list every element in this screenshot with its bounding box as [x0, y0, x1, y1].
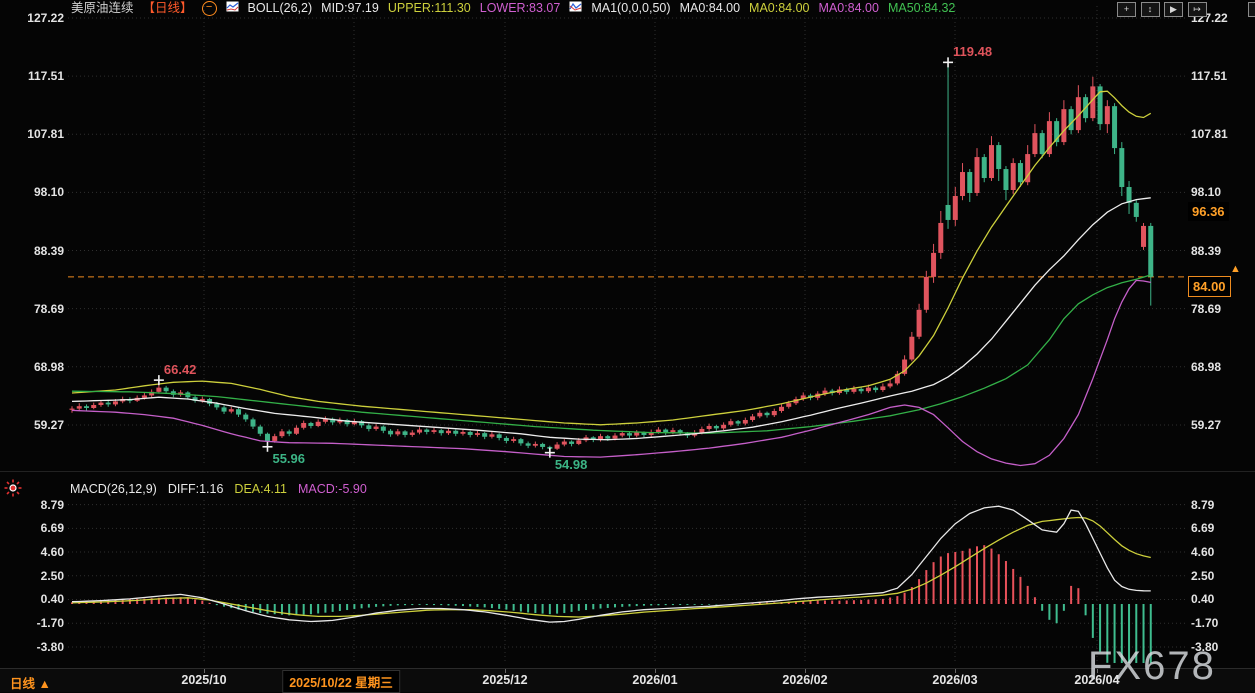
macd-axis-label: 2.50: [40, 568, 64, 583]
price-axis-label: 98.10: [33, 185, 64, 200]
boll-lower-value: LOWER:83.07: [479, 1, 561, 15]
price-axis-label: 127.22: [27, 11, 64, 25]
price-axis-label: 78.69: [1191, 301, 1222, 316]
boll-mid-value: MID:97.19: [321, 1, 379, 15]
macd-diff-value: DIFF:1.16: [167, 482, 224, 496]
pivot-label-119.48: 119.48: [953, 44, 993, 60]
move-tool-button[interactable]: +: [1117, 2, 1136, 17]
ma-indicator-icon: [569, 1, 582, 16]
selected-date-badge: 2025/10/22 星期三: [282, 670, 400, 693]
price-axis-label: 117.51: [27, 69, 64, 84]
ma0-white-value: MA0:84.00: [679, 1, 741, 15]
macd-axis-label: 4.60: [40, 544, 64, 559]
boll-upper-value: UPPER:111.30: [387, 1, 471, 15]
boll-label[interactable]: BOLL(26,2): [248, 1, 313, 16]
period-selector[interactable]: 日线 ▲: [10, 673, 51, 692]
price-axis-label: 88.39: [1191, 243, 1222, 258]
panel-divider: [0, 471, 1255, 472]
ma0-yellow-value: MA0:84.00: [749, 1, 810, 15]
watermark: FX678: [1088, 644, 1216, 688]
scale-vertical-tool-button[interactable]: ↕: [1140, 2, 1160, 17]
ma-group-label[interactable]: MA1(0,0,0,50): [591, 1, 670, 16]
macd-axis-label: 0.40: [40, 592, 64, 607]
month-label-2026/02: 2026/02: [782, 673, 828, 687]
price-axis-label: 107.81: [1191, 127, 1228, 142]
pivot-label-66.42: 66.42: [163, 362, 197, 378]
month-label-2025/10: 2025/10: [181, 673, 227, 687]
pivot-label-54.98: 54.98: [554, 456, 588, 472]
price-axis-label: 117.51: [1191, 69, 1228, 84]
macd-axis-label: 4.60: [1191, 544, 1215, 559]
chart-canvas[interactable]: [0, 0, 1255, 691]
play-forward-tool-button[interactable]: ▶: [1164, 2, 1183, 17]
price-axis-label: 59.27: [33, 417, 64, 432]
period-tag[interactable]: 【日线】: [143, 1, 193, 16]
macd-axis-label: -1.70: [1191, 616, 1219, 631]
collapse-indicator-icon[interactable]: −: [201, 1, 217, 16]
prev-close-badge: 96.36: [1188, 202, 1229, 221]
price-axis-label: 98.10: [1191, 185, 1222, 200]
ma50-value: MA50:84.32: [887, 1, 956, 15]
month-label-2026/03: 2026/03: [932, 673, 978, 687]
symbol-name[interactable]: 美原油连续: [71, 1, 134, 16]
macd-axis-label: 6.69: [40, 521, 64, 536]
price-axis-label: 68.98: [33, 359, 64, 374]
macd-label[interactable]: MACD(26,12,9): [70, 482, 157, 496]
macd-axis-label: 8.79: [1191, 497, 1215, 512]
month-label-2025/12: 2025/12: [482, 673, 528, 687]
macd-axis-label: 2.50: [1191, 568, 1215, 583]
price-axis-label: 68.98: [1191, 359, 1222, 374]
price-axis-label: 107.81: [27, 127, 64, 142]
trading-app: { "header": { "symbol": "美原油连续", "period…: [0, 0, 1255, 693]
alert-icon[interactable]: [4, 479, 22, 502]
macd-axis-label: 6.69: [1191, 521, 1215, 536]
macd-axis-label: 0.40: [1191, 592, 1215, 607]
clipped-tool-button[interactable]: [1248, 2, 1255, 17]
last-price-pointer-icon: ▲: [1230, 263, 1241, 275]
pan-right-tool-button[interactable]: ↦: [1187, 2, 1207, 17]
macd-axis-label: -1.70: [36, 616, 64, 631]
indicator-header: 美原油连续 【日线】 − BOLL(26,2) MID:97.19 UPPER:…: [71, 1, 955, 16]
pivot-label-55.96: 55.96: [272, 450, 306, 466]
boll-indicator-icon: [226, 1, 239, 16]
macd-value: MACD:-5.90: [298, 482, 367, 496]
price-axis-label: 78.69: [33, 301, 64, 316]
macd-axis-label: -3.80: [36, 639, 64, 654]
ma0-magenta-value: MA0:84.00: [818, 1, 879, 15]
macd-header: MACD(26,12,9) DIFF:1.16 DEA:4.11 MACD:-5…: [70, 482, 367, 496]
last-price-badge: 84.00: [1188, 276, 1231, 297]
price-axis-label: 59.27: [1191, 417, 1222, 432]
price-axis-label: 88.39: [33, 243, 64, 258]
time-axis-bar: 日线 ▲ 2025/10 2025/12 2026/01 2026/02 2026/03…: [0, 668, 1255, 693]
macd-dea-value: DEA:4.11: [234, 482, 287, 496]
month-label-2026/01: 2026/01: [632, 673, 678, 687]
